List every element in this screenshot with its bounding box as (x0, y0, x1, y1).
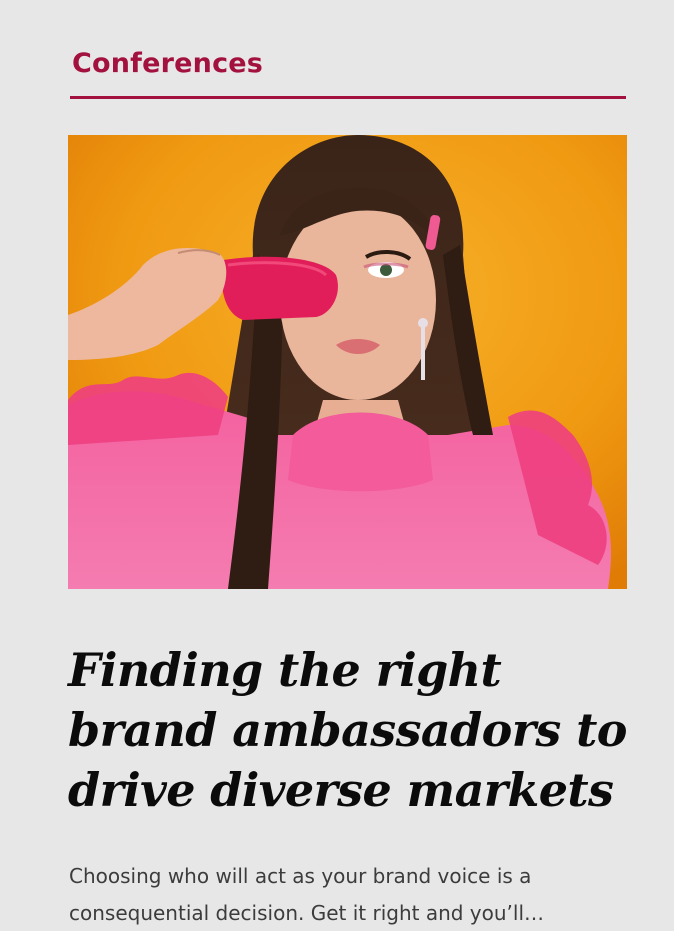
section-divider (70, 96, 626, 99)
section-label[interactable]: Conferences (72, 44, 263, 84)
article-hero-image[interactable] (68, 135, 627, 589)
article-excerpt: Choosing who will act as your brand voic… (69, 864, 545, 925)
article-headline[interactable]: Finding the right brand ambassadors to d… (68, 640, 648, 820)
article-card: Conferences Finding the right brand amba… (0, 0, 674, 931)
hero-illustration (68, 135, 627, 589)
